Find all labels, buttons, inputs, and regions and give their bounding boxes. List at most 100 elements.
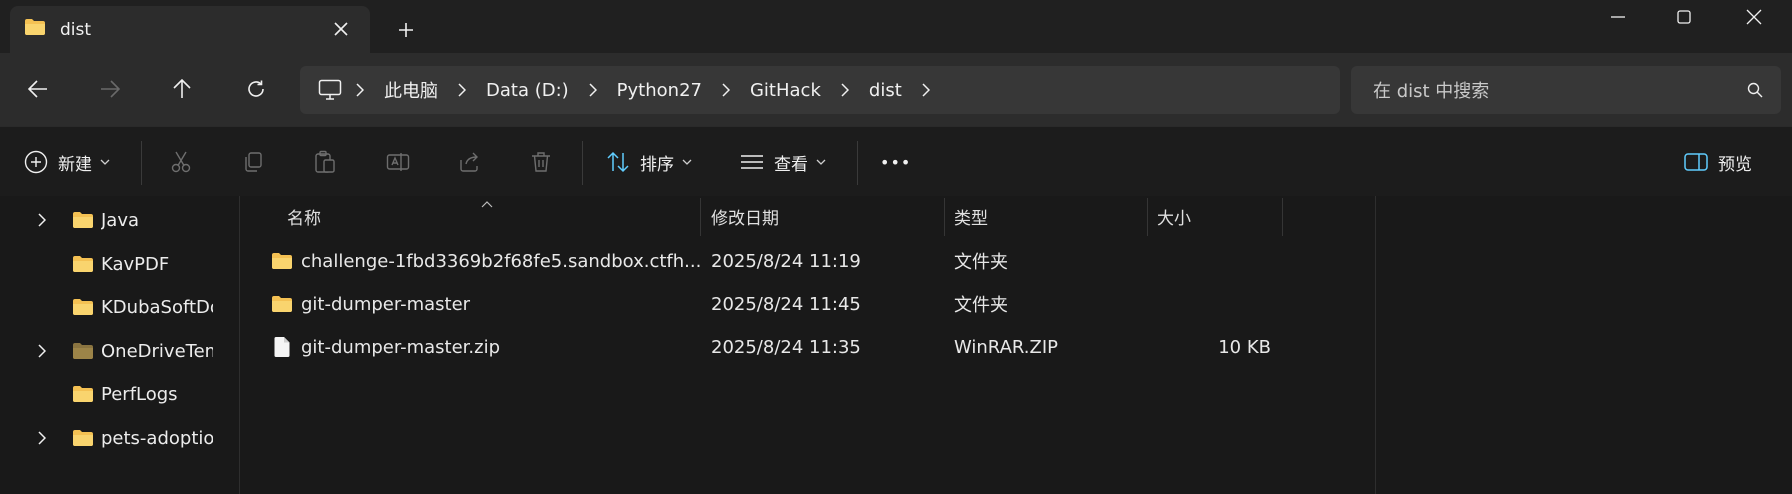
- navigation-pane: Java KavPDF KDubaSoftDownloads OneDriveT…: [0, 196, 240, 494]
- chevron-down-icon: [100, 159, 110, 165]
- minimize-icon[interactable]: [1588, 0, 1648, 34]
- separator: [857, 141, 858, 185]
- column-divider[interactable]: [700, 198, 701, 236]
- file-type: 文件夹: [954, 295, 1008, 316]
- chevron-right-icon[interactable]: [575, 83, 611, 97]
- folder-icon: [72, 211, 94, 229]
- tree-item-label: OneDriveTemp: [101, 340, 213, 362]
- paste-icon[interactable]: [314, 127, 336, 197]
- add-circle-icon: [24, 150, 48, 174]
- tree-item-kdubasoftdownloads[interactable]: KDubaSoftDownloads: [0, 287, 238, 327]
- view-button[interactable]: 查看: [740, 127, 826, 197]
- folder-icon: [72, 342, 94, 360]
- cut-icon[interactable]: [170, 127, 192, 197]
- file-type: WinRAR.ZIP: [954, 336, 1058, 358]
- tree-item-perflogs[interactable]: PerfLogs: [0, 374, 238, 414]
- rename-icon[interactable]: [386, 127, 410, 197]
- file-row[interactable]: challenge-1fbd3369b2f68fe5.sandbox.ctfh.…: [241, 240, 1341, 282]
- tree-item-java[interactable]: Java: [0, 200, 238, 240]
- folder-icon: [271, 252, 293, 270]
- tree-item-label: KavPDF: [101, 253, 170, 275]
- file-name: git-dumper-master: [301, 293, 471, 315]
- title-bar: dist: [0, 0, 1792, 53]
- share-icon[interactable]: [458, 127, 480, 197]
- copy-icon[interactable]: [242, 127, 264, 197]
- tree-item-pets-adoption[interactable]: pets-adoption: [0, 418, 238, 458]
- sort-button[interactable]: 排序: [606, 127, 692, 197]
- search-box[interactable]: 在 dist 中搜索: [1351, 66, 1781, 114]
- preview-pane: [1375, 196, 1792, 494]
- chevron-right-icon[interactable]: [38, 213, 46, 227]
- column-divider[interactable]: [1147, 198, 1148, 236]
- folder-icon: [72, 429, 94, 447]
- command-bar: 新建 排序 查看 ••• 预览: [0, 126, 1792, 196]
- refresh-icon[interactable]: [236, 71, 276, 107]
- breadcrumb-dist[interactable]: dist: [863, 80, 908, 101]
- preview-pane-icon: [1684, 153, 1708, 171]
- file-modified: 2025/8/24 11:35: [711, 336, 861, 358]
- breadcrumb-githack[interactable]: GitHack: [744, 80, 827, 101]
- tree-item-onedrivetemp[interactable]: OneDriveTemp: [0, 331, 238, 371]
- file-size: [1157, 240, 1271, 282]
- tab-dist[interactable]: dist: [10, 6, 370, 53]
- chevron-right-icon[interactable]: [908, 83, 944, 97]
- more-label: •••: [880, 152, 912, 172]
- search-placeholder[interactable]: 在 dist 中搜索: [1373, 77, 1747, 103]
- back-arrow-icon[interactable]: [18, 71, 58, 107]
- tab-title: dist: [60, 19, 92, 40]
- chevron-right-icon[interactable]: [38, 344, 46, 358]
- breadcrumb-data-drive[interactable]: Data (D:): [480, 80, 575, 101]
- breadcrumb-this-pc[interactable]: 此电脑: [378, 77, 444, 103]
- sort-ascending-icon: [481, 192, 493, 213]
- tree-item-label: KDubaSoftDownloads: [101, 296, 213, 318]
- sort-label: 排序: [640, 154, 674, 175]
- breadcrumb-python27[interactable]: Python27: [611, 80, 708, 101]
- file-icon: [273, 336, 291, 358]
- forward-arrow-icon[interactable]: [90, 71, 130, 107]
- new-tab-button[interactable]: [389, 13, 423, 47]
- separator: [141, 141, 142, 185]
- file-list: 名称 修改日期 类型 大小 challenge-1fbd3369b2f68fe5…: [241, 196, 1375, 494]
- column-header-size[interactable]: 大小: [1157, 196, 1191, 236]
- chevron-down-icon: [682, 159, 692, 165]
- close-icon[interactable]: [1724, 0, 1784, 34]
- column-header-modified[interactable]: 修改日期: [711, 196, 779, 236]
- maximize-icon[interactable]: [1654, 0, 1714, 34]
- chevron-right-icon[interactable]: [444, 83, 480, 97]
- preview-button[interactable]: 预览: [1684, 127, 1752, 197]
- column-divider[interactable]: [944, 198, 945, 236]
- folder-icon: [24, 18, 46, 41]
- up-arrow-icon[interactable]: [162, 71, 202, 107]
- address-bar[interactable]: 此电脑 Data (D:) Python27 GitHack dist: [300, 66, 1340, 114]
- column-header-type[interactable]: 类型: [954, 196, 988, 236]
- folder-icon: [72, 255, 94, 273]
- navigation-bar: 此电脑 Data (D:) Python27 GitHack dist 在 di…: [0, 53, 1792, 126]
- column-header-name[interactable]: 名称: [287, 196, 321, 236]
- tree-item-label: pets-adoption: [101, 427, 213, 449]
- file-name: challenge-1fbd3369b2f68fe5.sandbox.ctfh.…: [301, 250, 702, 272]
- view-list-icon: [740, 154, 764, 170]
- new-button[interactable]: 新建: [24, 127, 110, 197]
- chevron-right-icon[interactable]: [827, 83, 863, 97]
- tab-close-icon[interactable]: [326, 14, 356, 44]
- file-modified: 2025/8/24 11:19: [711, 250, 861, 272]
- view-label: 查看: [774, 154, 808, 175]
- file-row[interactable]: git-dumper-master.zip 2025/8/24 11:35 Wi…: [241, 326, 1341, 368]
- file-modified: 2025/8/24 11:45: [711, 293, 861, 315]
- folder-icon: [72, 298, 94, 316]
- tree-item-kavpdf[interactable]: KavPDF: [0, 244, 238, 284]
- column-divider[interactable]: [1282, 198, 1283, 236]
- sort-arrows-icon: [606, 151, 630, 173]
- search-icon[interactable]: [1747, 82, 1763, 98]
- chevron-right-icon[interactable]: [38, 431, 46, 445]
- more-options-icon[interactable]: •••: [880, 127, 911, 197]
- file-name: git-dumper-master.zip: [301, 336, 501, 358]
- file-size: 10 KB: [1218, 336, 1271, 358]
- chevron-right-icon[interactable]: [708, 83, 744, 97]
- chevron-right-icon[interactable]: [342, 83, 378, 97]
- new-label: 新建: [58, 154, 92, 175]
- delete-icon[interactable]: [530, 127, 552, 197]
- file-row[interactable]: git-dumper-master 2025/8/24 11:45 文件夹: [241, 283, 1341, 325]
- file-type: 文件夹: [954, 252, 1008, 273]
- this-pc-icon[interactable]: [318, 79, 342, 101]
